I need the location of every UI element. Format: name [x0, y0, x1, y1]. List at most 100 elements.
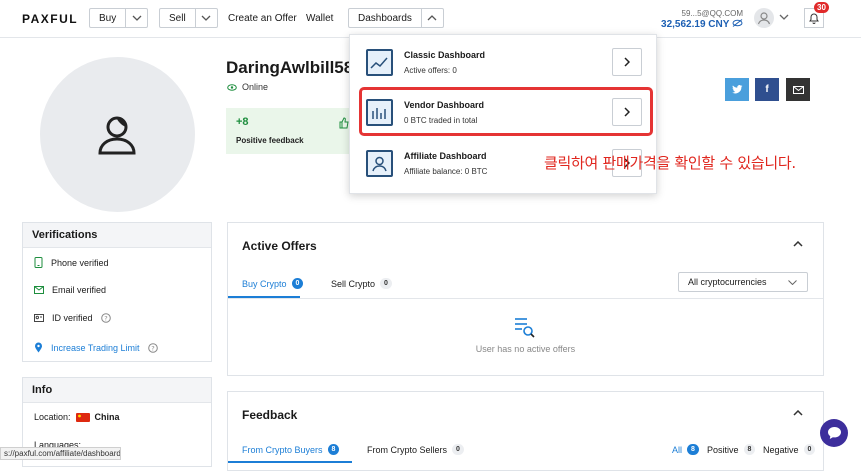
- active-offers-title: Active Offers: [242, 239, 317, 253]
- tab-from-buyers-label: From Crypto Buyers: [242, 444, 323, 455]
- facebook-icon: f: [765, 84, 769, 95]
- notification-count-badge: 30: [814, 2, 829, 13]
- create-offer-link[interactable]: Create an Offer: [228, 13, 297, 24]
- tab-count-badge: 0: [291, 278, 304, 289]
- tab-from-crypto-buyers[interactable]: From Crypto Buyers 8: [242, 444, 340, 455]
- tab-sell-crypto[interactable]: Sell Crypto 0: [331, 278, 392, 289]
- help-icon[interactable]: ?: [100, 313, 111, 323]
- twitter-share-button[interactable]: [725, 78, 749, 101]
- collapse-chevron-icon[interactable]: [793, 410, 803, 416]
- paxful-logo[interactable]: PAXFUL: [22, 12, 78, 26]
- crypto-filter-value: All cryptocurrencies: [688, 277, 767, 287]
- user-avatar-small[interactable]: [754, 8, 774, 28]
- thumbs-up-icon: [339, 117, 349, 129]
- svg-text:?: ?: [104, 314, 107, 322]
- online-status-label: Online: [242, 82, 269, 92]
- info-title: Info: [23, 378, 211, 403]
- affiliate-dashboard-subtitle: Affiliate balance: 0 BTC: [404, 167, 488, 176]
- annotation-text: 클릭하여 판매가격을 확인할 수 있습니다.: [544, 154, 796, 172]
- affiliate-profile-icon: [366, 150, 393, 177]
- email-share-button[interactable]: [786, 78, 810, 101]
- chevron-down-icon: [125, 9, 147, 27]
- affiliate-dashboard-title: Affiliate Dashboard: [404, 151, 487, 161]
- envelope-icon: [792, 85, 804, 94]
- active-offers-panel: Active Offers Buy Crypto 0 Sell Crypto 0…: [227, 222, 824, 376]
- tab-sell-crypto-label: Sell Crypto: [331, 278, 376, 289]
- positive-feedback-label: Positive feedback: [236, 136, 304, 145]
- filter-positive[interactable]: Positive 8: [707, 444, 756, 455]
- filter-count-badge: 8: [687, 444, 699, 455]
- filter-all[interactable]: All 8: [672, 444, 699, 455]
- account-summary[interactable]: 59...5@QQ.COM 32,562.19 CNY: [661, 9, 743, 30]
- location-label: Location:: [34, 412, 71, 422]
- tab-from-sellers-label: From Crypto Sellers: [367, 444, 448, 455]
- empty-offers-message: User has no active offers: [475, 344, 576, 354]
- tab-buy-crypto[interactable]: Buy Crypto 0: [242, 278, 304, 289]
- classic-dashboard-open-button[interactable]: [612, 48, 642, 76]
- classic-dashboard-title: Classic Dashboard: [404, 50, 486, 60]
- eye-icon: [227, 83, 237, 91]
- positive-feedback-card: +8 Positive feedback: [226, 108, 350, 154]
- collapse-chevron-icon[interactable]: [793, 241, 803, 247]
- tab-from-crypto-sellers[interactable]: From Crypto Sellers 0: [367, 444, 464, 455]
- location-row: Location: China: [34, 412, 120, 422]
- status-bar-url: s://paxful.com/affiliate/dashboard: [0, 447, 121, 460]
- user-icon: [98, 116, 136, 155]
- filter-all-label: All: [672, 444, 683, 455]
- location-value: China: [94, 412, 120, 422]
- account-email: 59...5@QQ.COM: [681, 9, 743, 18]
- profile-username: DaringAwlbill58: [226, 58, 354, 77]
- help-icon[interactable]: ?: [147, 342, 158, 353]
- dashboards-label: Dashboards: [358, 12, 412, 24]
- line-chart-icon: [366, 49, 393, 76]
- filter-positive-label: Positive: [707, 444, 739, 455]
- chevron-right-icon: [624, 57, 630, 67]
- id-verified-row: ID verified ?: [34, 313, 111, 323]
- email-verified-row: Email verified: [34, 285, 106, 295]
- tab-count-badge: 0: [380, 278, 392, 289]
- classic-dashboard-item[interactable]: Classic Dashboard Active offers: 0: [350, 40, 656, 86]
- active-tab-indicator: [228, 461, 352, 463]
- location-pin-icon: [35, 342, 42, 353]
- phone-icon: [34, 257, 43, 268]
- email-verified-label: Email verified: [52, 285, 107, 295]
- chat-bubble-icon: [827, 427, 841, 439]
- filter-count-badge: 8: [743, 444, 756, 455]
- chevron-up-icon: [420, 9, 443, 27]
- profile-avatar: [40, 57, 195, 212]
- feedback-panel: Feedback From Crypto Buyers 8 From Crypt…: [227, 391, 824, 471]
- chevron-down-icon: [194, 9, 217, 27]
- filter-negative[interactable]: Negative 0: [763, 444, 816, 455]
- classic-dashboard-subtitle: Active offers: 0: [404, 66, 457, 75]
- positive-feedback-count: +8: [236, 116, 249, 128]
- tabs-divider: [228, 298, 823, 299]
- buy-dropdown[interactable]: Buy: [89, 8, 149, 28]
- chevron-down-icon[interactable]: [779, 14, 789, 20]
- chat-button[interactable]: [820, 419, 848, 447]
- eye-hidden-icon[interactable]: [732, 19, 743, 27]
- wallet-link[interactable]: Wallet: [306, 13, 333, 24]
- tab-buy-crypto-label: Buy Crypto: [242, 278, 287, 289]
- facebook-share-button[interactable]: f: [755, 78, 779, 101]
- increase-limit-row[interactable]: Increase Trading Limit ?: [34, 342, 158, 353]
- increase-trading-limit-link[interactable]: Increase Trading Limit: [51, 343, 140, 353]
- verifications-title: Verifications: [23, 223, 211, 248]
- twitter-icon: [731, 85, 742, 94]
- verifications-panel: Verifications Phone verified Email verif…: [22, 222, 212, 362]
- empty-search-icon: [515, 318, 535, 338]
- svg-text:?: ?: [151, 344, 154, 352]
- online-status: Online: [227, 82, 268, 92]
- chevron-down-icon: [788, 280, 797, 285]
- top-navbar: PAXFUL Buy Sell Create an Offer Wallet D…: [0, 0, 861, 38]
- crypto-filter-select[interactable]: All cryptocurrencies: [678, 272, 808, 292]
- sell-dropdown[interactable]: Sell: [159, 8, 218, 28]
- tab-count-badge: 0: [452, 444, 464, 455]
- tab-count-badge: 8: [327, 444, 340, 455]
- phone-verified-label: Phone verified: [51, 257, 109, 268]
- id-verified-label: ID verified: [52, 313, 93, 323]
- sell-label: Sell: [169, 12, 186, 24]
- china-flag-icon: [75, 412, 90, 422]
- filter-negative-label: Negative: [763, 444, 799, 455]
- dashboards-dropdown[interactable]: Dashboards: [348, 8, 444, 28]
- phone-verified-row: Phone verified: [34, 257, 109, 268]
